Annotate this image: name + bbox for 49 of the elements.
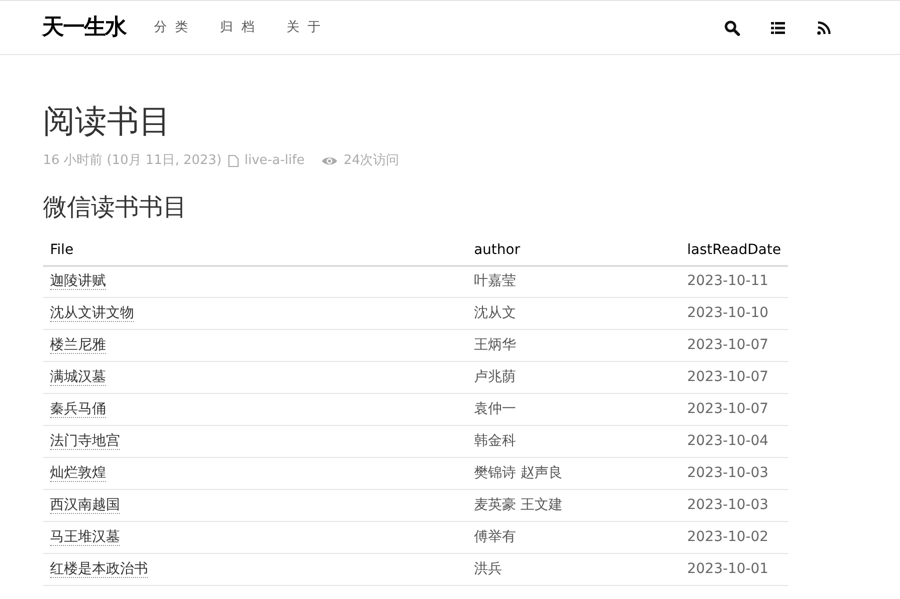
site-logo[interactable]: 天一生水	[42, 11, 126, 44]
book-link[interactable]: 西汉南越国	[50, 497, 120, 514]
author-name: 王炳华	[474, 337, 516, 353]
column-header: File	[50, 242, 74, 258]
section-heading: 微信读书书目	[43, 192, 188, 222]
book-link[interactable]: 满城汉墓	[50, 369, 106, 386]
nav-link[interactable]: 归 档	[220, 18, 256, 38]
author-name: 韩金科	[474, 433, 516, 449]
column-header: lastReadDate	[687, 242, 781, 258]
list-icon	[770, 20, 786, 36]
author-name: 袁仲一	[474, 401, 516, 417]
author-name: 叶嘉莹	[474, 273, 516, 290]
read-date: 2023-10-01	[687, 561, 768, 577]
nav-link[interactable]: 关 于	[286, 18, 322, 38]
list-button[interactable]	[770, 20, 786, 36]
rss-button[interactable]	[816, 20, 832, 36]
book-link[interactable]: 红楼是本政治书	[50, 561, 148, 578]
rss-icon	[816, 20, 832, 36]
read-date: 2023-10-02	[687, 529, 768, 545]
book-link[interactable]: 法门寺地宫	[50, 433, 120, 450]
read-date: 2023-10-07	[687, 369, 768, 385]
book-link[interactable]: 秦兵马俑	[50, 401, 106, 418]
author-name: 卢兆荫	[474, 369, 516, 385]
post-date: 16 小时前 (10月 11日, 2023)	[43, 152, 222, 170]
book-link[interactable]: 沈从文讲文物	[50, 305, 134, 322]
view-count: 24次访问	[344, 152, 400, 170]
read-date: 2023-10-10	[687, 305, 768, 321]
book-link[interactable]: 迦陵讲赋	[50, 273, 106, 290]
read-date: 2023-10-04	[687, 433, 768, 449]
document-icon	[228, 154, 239, 168]
read-date: 2023-10-03	[687, 465, 768, 481]
column-header: author	[474, 242, 520, 258]
read-date: 2023-10-11	[687, 273, 768, 290]
book-link[interactable]: 楼兰尼雅	[50, 337, 106, 354]
read-date: 2023-10-07	[687, 401, 768, 417]
read-date: 2023-10-07	[687, 337, 768, 353]
book-link[interactable]: 灿烂敦煌	[50, 465, 106, 482]
read-date: 2023-10-03	[687, 497, 768, 513]
author-name: 洪兵	[474, 561, 502, 577]
search-icon	[724, 20, 740, 36]
author-name: 傅举有	[474, 529, 516, 545]
nav-link[interactable]: 分 类	[154, 18, 190, 38]
author-name: 樊锦诗 赵声良	[474, 465, 562, 481]
eye-icon	[320, 154, 338, 167]
search-button[interactable]	[724, 20, 740, 36]
author-name: 沈从文	[474, 305, 516, 321]
author-name: 麦英豪 王文建	[474, 497, 562, 513]
book-link[interactable]: 马王堆汉墓	[50, 529, 120, 546]
post-title: 阅读书目	[43, 101, 172, 141]
